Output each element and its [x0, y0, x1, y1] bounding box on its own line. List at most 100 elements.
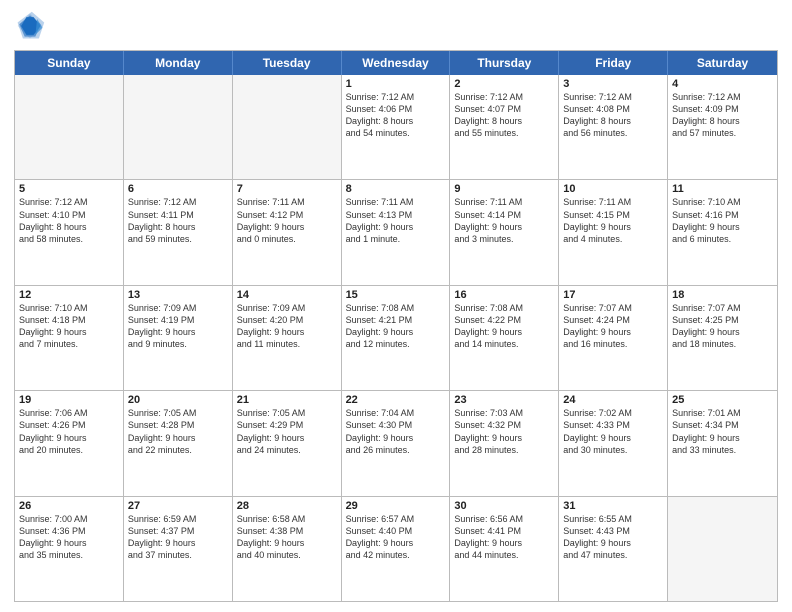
day-info: Sunrise: 6:55 AM Sunset: 4:43 PM Dayligh… [563, 513, 663, 562]
day-number: 12 [19, 289, 119, 301]
day-info: Sunrise: 7:06 AM Sunset: 4:26 PM Dayligh… [19, 407, 119, 456]
day-info: Sunrise: 6:57 AM Sunset: 4:40 PM Dayligh… [346, 513, 446, 562]
day-info: Sunrise: 7:11 AM Sunset: 4:15 PM Dayligh… [563, 196, 663, 245]
cal-cell-0-2 [233, 75, 342, 179]
cal-cell-2-3: 15Sunrise: 7:08 AM Sunset: 4:21 PM Dayli… [342, 286, 451, 390]
day-info: Sunrise: 7:12 AM Sunset: 4:08 PM Dayligh… [563, 91, 663, 140]
cal-cell-1-0: 5Sunrise: 7:12 AM Sunset: 4:10 PM Daylig… [15, 180, 124, 284]
calendar-body: 1Sunrise: 7:12 AM Sunset: 4:06 PM Daylig… [15, 75, 777, 601]
cal-cell-4-4: 30Sunrise: 6:56 AM Sunset: 4:41 PM Dayli… [450, 497, 559, 601]
cal-cell-0-3: 1Sunrise: 7:12 AM Sunset: 4:06 PM Daylig… [342, 75, 451, 179]
day-info: Sunrise: 7:04 AM Sunset: 4:30 PM Dayligh… [346, 407, 446, 456]
day-info: Sunrise: 7:07 AM Sunset: 4:25 PM Dayligh… [672, 302, 773, 351]
calendar: SundayMondayTuesdayWednesdayThursdayFrid… [14, 50, 778, 602]
day-number: 29 [346, 500, 446, 512]
day-info: Sunrise: 7:02 AM Sunset: 4:33 PM Dayligh… [563, 407, 663, 456]
day-info: Sunrise: 7:12 AM Sunset: 4:10 PM Dayligh… [19, 196, 119, 245]
day-number: 15 [346, 289, 446, 301]
cal-cell-4-2: 28Sunrise: 6:58 AM Sunset: 4:38 PM Dayli… [233, 497, 342, 601]
cal-cell-3-0: 19Sunrise: 7:06 AM Sunset: 4:26 PM Dayli… [15, 391, 124, 495]
day-number: 4 [672, 78, 773, 90]
day-number: 8 [346, 183, 446, 195]
day-number: 14 [237, 289, 337, 301]
day-info: Sunrise: 7:12 AM Sunset: 4:07 PM Dayligh… [454, 91, 554, 140]
cal-cell-0-5: 3Sunrise: 7:12 AM Sunset: 4:08 PM Daylig… [559, 75, 668, 179]
day-info: Sunrise: 7:12 AM Sunset: 4:11 PM Dayligh… [128, 196, 228, 245]
cal-cell-3-2: 21Sunrise: 7:05 AM Sunset: 4:29 PM Dayli… [233, 391, 342, 495]
day-number: 11 [672, 183, 773, 195]
cal-cell-4-1: 27Sunrise: 6:59 AM Sunset: 4:37 PM Dayli… [124, 497, 233, 601]
cal-cell-0-6: 4Sunrise: 7:12 AM Sunset: 4:09 PM Daylig… [668, 75, 777, 179]
cal-cell-3-1: 20Sunrise: 7:05 AM Sunset: 4:28 PM Dayli… [124, 391, 233, 495]
header-day-thursday: Thursday [450, 51, 559, 75]
cal-cell-0-4: 2Sunrise: 7:12 AM Sunset: 4:07 PM Daylig… [450, 75, 559, 179]
cal-cell-2-1: 13Sunrise: 7:09 AM Sunset: 4:19 PM Dayli… [124, 286, 233, 390]
day-number: 1 [346, 78, 446, 90]
day-number: 6 [128, 183, 228, 195]
header-day-monday: Monday [124, 51, 233, 75]
day-info: Sunrise: 7:11 AM Sunset: 4:13 PM Dayligh… [346, 196, 446, 245]
cal-cell-3-3: 22Sunrise: 7:04 AM Sunset: 4:30 PM Dayli… [342, 391, 451, 495]
day-number: 9 [454, 183, 554, 195]
day-number: 20 [128, 394, 228, 406]
day-info: Sunrise: 7:12 AM Sunset: 4:06 PM Dayligh… [346, 91, 446, 140]
day-number: 24 [563, 394, 663, 406]
day-number: 3 [563, 78, 663, 90]
day-number: 17 [563, 289, 663, 301]
cal-cell-4-6 [668, 497, 777, 601]
day-number: 18 [672, 289, 773, 301]
day-number: 27 [128, 500, 228, 512]
day-info: Sunrise: 7:11 AM Sunset: 4:14 PM Dayligh… [454, 196, 554, 245]
cal-cell-0-1 [124, 75, 233, 179]
cal-cell-3-4: 23Sunrise: 7:03 AM Sunset: 4:32 PM Dayli… [450, 391, 559, 495]
day-number: 30 [454, 500, 554, 512]
cal-cell-4-3: 29Sunrise: 6:57 AM Sunset: 4:40 PM Dayli… [342, 497, 451, 601]
cal-cell-4-0: 26Sunrise: 7:00 AM Sunset: 4:36 PM Dayli… [15, 497, 124, 601]
day-info: Sunrise: 7:12 AM Sunset: 4:09 PM Dayligh… [672, 91, 773, 140]
day-number: 23 [454, 394, 554, 406]
day-info: Sunrise: 7:11 AM Sunset: 4:12 PM Dayligh… [237, 196, 337, 245]
header-day-friday: Friday [559, 51, 668, 75]
cal-cell-4-5: 31Sunrise: 6:55 AM Sunset: 4:43 PM Dayli… [559, 497, 668, 601]
calendar-row-2: 12Sunrise: 7:10 AM Sunset: 4:18 PM Dayli… [15, 285, 777, 390]
cal-cell-2-6: 18Sunrise: 7:07 AM Sunset: 4:25 PM Dayli… [668, 286, 777, 390]
cal-cell-2-0: 12Sunrise: 7:10 AM Sunset: 4:18 PM Dayli… [15, 286, 124, 390]
cal-cell-3-6: 25Sunrise: 7:01 AM Sunset: 4:34 PM Dayli… [668, 391, 777, 495]
logo-icon [14, 10, 46, 42]
day-info: Sunrise: 7:05 AM Sunset: 4:29 PM Dayligh… [237, 407, 337, 456]
cal-cell-2-4: 16Sunrise: 7:08 AM Sunset: 4:22 PM Dayli… [450, 286, 559, 390]
day-info: Sunrise: 7:10 AM Sunset: 4:16 PM Dayligh… [672, 196, 773, 245]
day-info: Sunrise: 6:58 AM Sunset: 4:38 PM Dayligh… [237, 513, 337, 562]
cal-cell-1-4: 9Sunrise: 7:11 AM Sunset: 4:14 PM Daylig… [450, 180, 559, 284]
header-day-saturday: Saturday [668, 51, 777, 75]
day-info: Sunrise: 7:08 AM Sunset: 4:21 PM Dayligh… [346, 302, 446, 351]
cal-cell-0-0 [15, 75, 124, 179]
day-number: 16 [454, 289, 554, 301]
day-info: Sunrise: 7:01 AM Sunset: 4:34 PM Dayligh… [672, 407, 773, 456]
header [14, 10, 778, 42]
day-number: 26 [19, 500, 119, 512]
cal-cell-3-5: 24Sunrise: 7:02 AM Sunset: 4:33 PM Dayli… [559, 391, 668, 495]
day-number: 5 [19, 183, 119, 195]
header-day-tuesday: Tuesday [233, 51, 342, 75]
day-info: Sunrise: 7:09 AM Sunset: 4:19 PM Dayligh… [128, 302, 228, 351]
day-info: Sunrise: 7:08 AM Sunset: 4:22 PM Dayligh… [454, 302, 554, 351]
calendar-header: SundayMondayTuesdayWednesdayThursdayFrid… [15, 51, 777, 75]
day-number: 22 [346, 394, 446, 406]
day-info: Sunrise: 7:03 AM Sunset: 4:32 PM Dayligh… [454, 407, 554, 456]
day-info: Sunrise: 7:09 AM Sunset: 4:20 PM Dayligh… [237, 302, 337, 351]
header-day-sunday: Sunday [15, 51, 124, 75]
day-number: 2 [454, 78, 554, 90]
calendar-row-3: 19Sunrise: 7:06 AM Sunset: 4:26 PM Dayli… [15, 390, 777, 495]
cal-cell-1-5: 10Sunrise: 7:11 AM Sunset: 4:15 PM Dayli… [559, 180, 668, 284]
day-info: Sunrise: 6:56 AM Sunset: 4:41 PM Dayligh… [454, 513, 554, 562]
calendar-row-4: 26Sunrise: 7:00 AM Sunset: 4:36 PM Dayli… [15, 496, 777, 601]
cal-cell-1-3: 8Sunrise: 7:11 AM Sunset: 4:13 PM Daylig… [342, 180, 451, 284]
day-number: 28 [237, 500, 337, 512]
header-day-wednesday: Wednesday [342, 51, 451, 75]
day-number: 7 [237, 183, 337, 195]
day-number: 19 [19, 394, 119, 406]
cal-cell-2-5: 17Sunrise: 7:07 AM Sunset: 4:24 PM Dayli… [559, 286, 668, 390]
day-info: Sunrise: 7:07 AM Sunset: 4:24 PM Dayligh… [563, 302, 663, 351]
day-info: Sunrise: 7:10 AM Sunset: 4:18 PM Dayligh… [19, 302, 119, 351]
